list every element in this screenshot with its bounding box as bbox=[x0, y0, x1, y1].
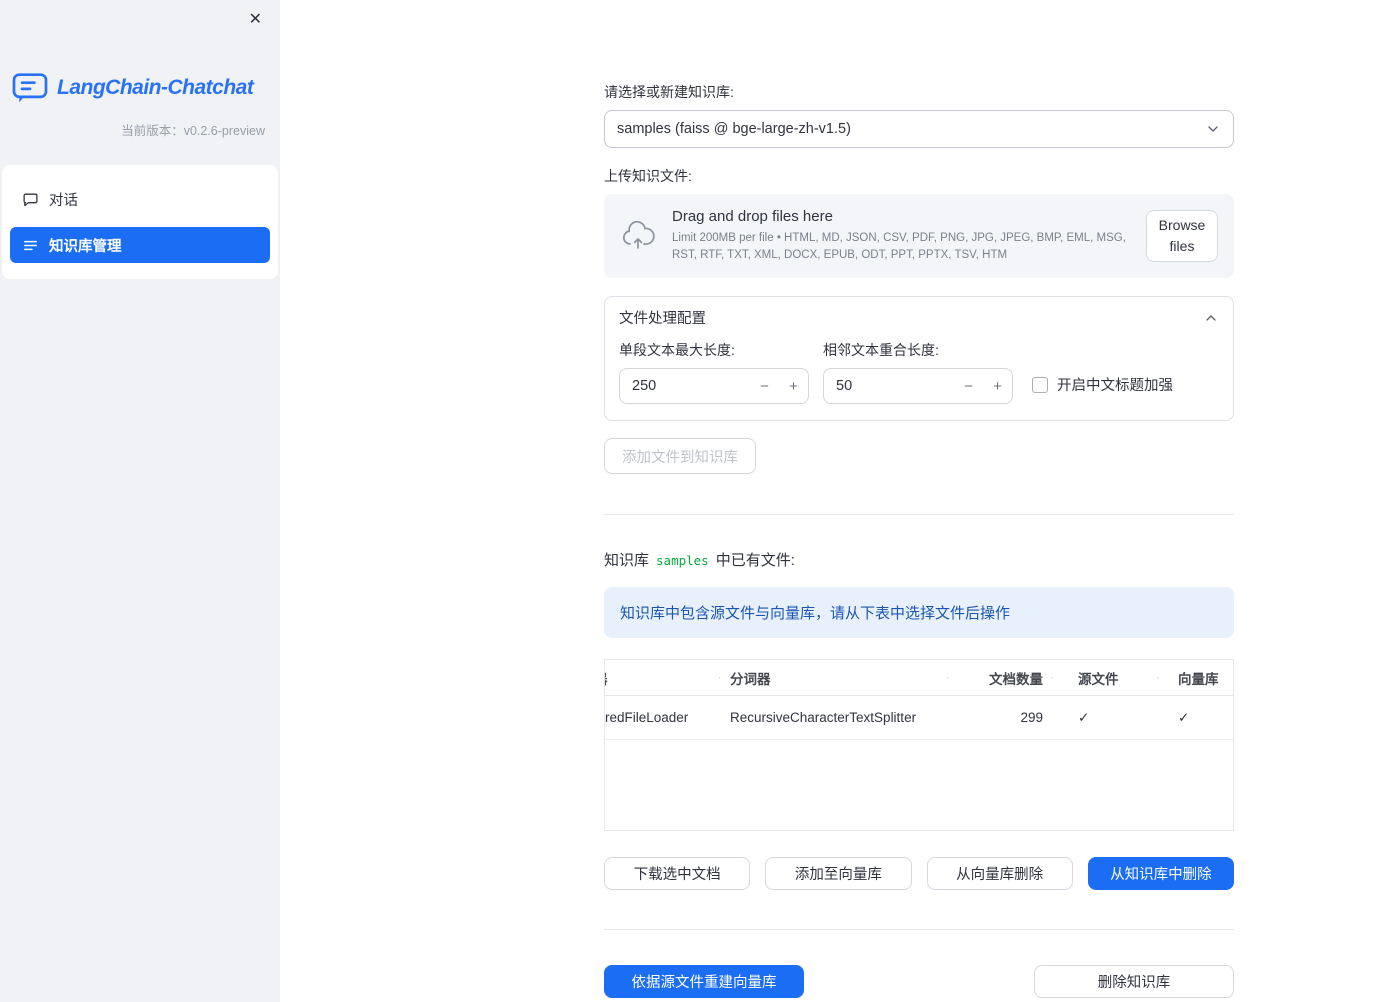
column-header-vector-store[interactable]: 向量库 bbox=[1158, 668, 1233, 688]
expander-title: 文件处理配置 bbox=[619, 311, 706, 327]
version-value: v0.2.6-preview bbox=[183, 124, 265, 138]
app-logo: LangChain-Chatchat bbox=[12, 72, 280, 104]
table-row[interactable]: redFileLoader RecursiveCharacterTextSpli… bbox=[605, 696, 1233, 740]
checkbox-label: 开启中文标题加强 bbox=[1057, 378, 1173, 394]
chat-bubble-icon bbox=[22, 191, 39, 208]
overlap-length-group: 相邻文本重合长度: − + bbox=[823, 340, 1013, 404]
file-config-expander: 文件处理配置 单段文本最大长度: − + 相邻文本重合长度: − + bbox=[604, 296, 1234, 421]
dropzone-text: Drag and drop files here Limit 200MB per… bbox=[672, 208, 1130, 263]
main-content: 请选择或新建知识库: samples (faiss @ bge-large-zh… bbox=[604, 0, 1234, 998]
langchain-chatchat-logo-icon bbox=[12, 72, 48, 104]
overlap-length-input: − + bbox=[823, 368, 1013, 404]
file-actions-row: 下载选中文档 添加至向量库 从向量库删除 从知识库中删除 bbox=[604, 857, 1234, 890]
kb-actions-row: 依据源文件重建向量库 删除知识库 bbox=[604, 965, 1234, 998]
delete-from-vector-store-button[interactable]: 从向量库删除 bbox=[926, 857, 1073, 890]
list-icon bbox=[22, 237, 39, 254]
chevron-down-icon bbox=[1205, 121, 1221, 137]
zh-title-enhance-checkbox[interactable]: 开启中文标题加强 bbox=[1032, 374, 1173, 395]
divider bbox=[604, 929, 1234, 930]
kb-name-code: samples bbox=[656, 553, 709, 568]
download-selected-button[interactable]: 下载选中文档 bbox=[604, 857, 751, 890]
add-to-vector-store-button[interactable]: 添加至向量库 bbox=[765, 857, 912, 890]
chevron-up-icon bbox=[1203, 310, 1219, 326]
version-prefix: 当前版本： bbox=[121, 124, 184, 138]
file-dropzone[interactable]: Drag and drop files here Limit 200MB per… bbox=[604, 194, 1234, 278]
sidebar-item-kb-management[interactable]: 知识库管理 bbox=[10, 227, 270, 263]
expander-header[interactable]: 文件处理配置 bbox=[605, 297, 1233, 334]
cell-doc-count: 299 bbox=[1020, 710, 1043, 725]
plus-icon[interactable]: + bbox=[983, 378, 1012, 395]
kb-select-label: 请选择或新建知识库: bbox=[604, 84, 734, 100]
plus-icon[interactable]: + bbox=[779, 378, 808, 395]
cell-source-file-check: ✓ bbox=[1078, 709, 1090, 725]
upload-label: 上传知识文件: bbox=[604, 168, 692, 184]
version-label: 当前版本：v0.2.6-preview bbox=[0, 120, 265, 139]
column-header-doc-count[interactable]: 文档数量 bbox=[948, 668, 1053, 688]
overlap-length-value[interactable] bbox=[824, 378, 954, 394]
dropzone-subtitle: Limit 200MB per file • HTML, MD, JSON, C… bbox=[672, 232, 1126, 261]
files-table: 器 分词器 文档数量 源文件 向量库 redFileLoader Recursi… bbox=[604, 659, 1234, 831]
column-header-splitter[interactable]: 分词器 bbox=[720, 668, 948, 688]
divider bbox=[604, 514, 1234, 515]
checkbox-icon[interactable] bbox=[1032, 376, 1048, 393]
existing-files-prefix: 知识库 bbox=[604, 552, 650, 569]
cell-loader: redFileLoader bbox=[605, 710, 689, 725]
cell-vector-store-check: ✓ bbox=[1178, 709, 1190, 725]
sidebar-item-label: 对话 bbox=[49, 192, 78, 209]
max-length-value[interactable] bbox=[620, 378, 750, 394]
sidebar-menu: 对话 知识库管理 bbox=[2, 165, 278, 279]
app-title: LangChain-Chatchat bbox=[57, 76, 254, 99]
upload-cloud-icon bbox=[620, 221, 656, 251]
info-banner: 知识库中包含源文件与向量库，请从下表中选择文件后操作 bbox=[604, 587, 1234, 638]
kb-select-value: samples (faiss @ bge-large-zh-v1.5) bbox=[617, 121, 851, 137]
delete-from-kb-button[interactable]: 从知识库中删除 bbox=[1087, 857, 1234, 890]
add-files-button[interactable]: 添加文件到知识库 bbox=[604, 438, 756, 474]
existing-files-line: 知识库 samples 中已有文件: bbox=[604, 549, 1234, 570]
sidebar-item-chat[interactable]: 对话 bbox=[10, 181, 270, 217]
browse-files-button[interactable]: Browse files bbox=[1146, 210, 1218, 262]
close-icon[interactable]: ✕ bbox=[245, 8, 266, 32]
minus-icon[interactable]: − bbox=[954, 378, 983, 395]
cell-splitter: RecursiveCharacterTextSplitter bbox=[730, 710, 917, 725]
column-header-source-file[interactable]: 源文件 bbox=[1053, 668, 1158, 688]
kb-select[interactable]: samples (faiss @ bge-large-zh-v1.5) bbox=[604, 110, 1234, 148]
dropzone-title: Drag and drop files here bbox=[672, 208, 833, 226]
minus-icon[interactable]: − bbox=[750, 378, 779, 395]
existing-files-suffix: 中已有文件: bbox=[715, 552, 795, 569]
column-header-loader[interactable]: 器 bbox=[605, 668, 720, 688]
overlap-length-label: 相邻文本重合长度: bbox=[823, 342, 939, 358]
table-header-row: 器 分词器 文档数量 源文件 向量库 bbox=[605, 660, 1233, 696]
rebuild-vector-store-button[interactable]: 依据源文件重建向量库 bbox=[604, 965, 804, 998]
expander-body: 单段文本最大长度: − + 相邻文本重合长度: − + 开启中文标题加强 bbox=[605, 334, 1233, 420]
max-length-label: 单段文本最大长度: bbox=[619, 342, 735, 358]
max-length-input: − + bbox=[619, 368, 809, 404]
max-length-group: 单段文本最大长度: − + bbox=[619, 340, 809, 404]
delete-kb-button[interactable]: 删除知识库 bbox=[1034, 965, 1234, 998]
sidebar: ✕ LangChain-Chatchat 当前版本：v0.2.6-preview… bbox=[0, 0, 280, 1002]
sidebar-item-label: 知识库管理 bbox=[49, 238, 122, 255]
